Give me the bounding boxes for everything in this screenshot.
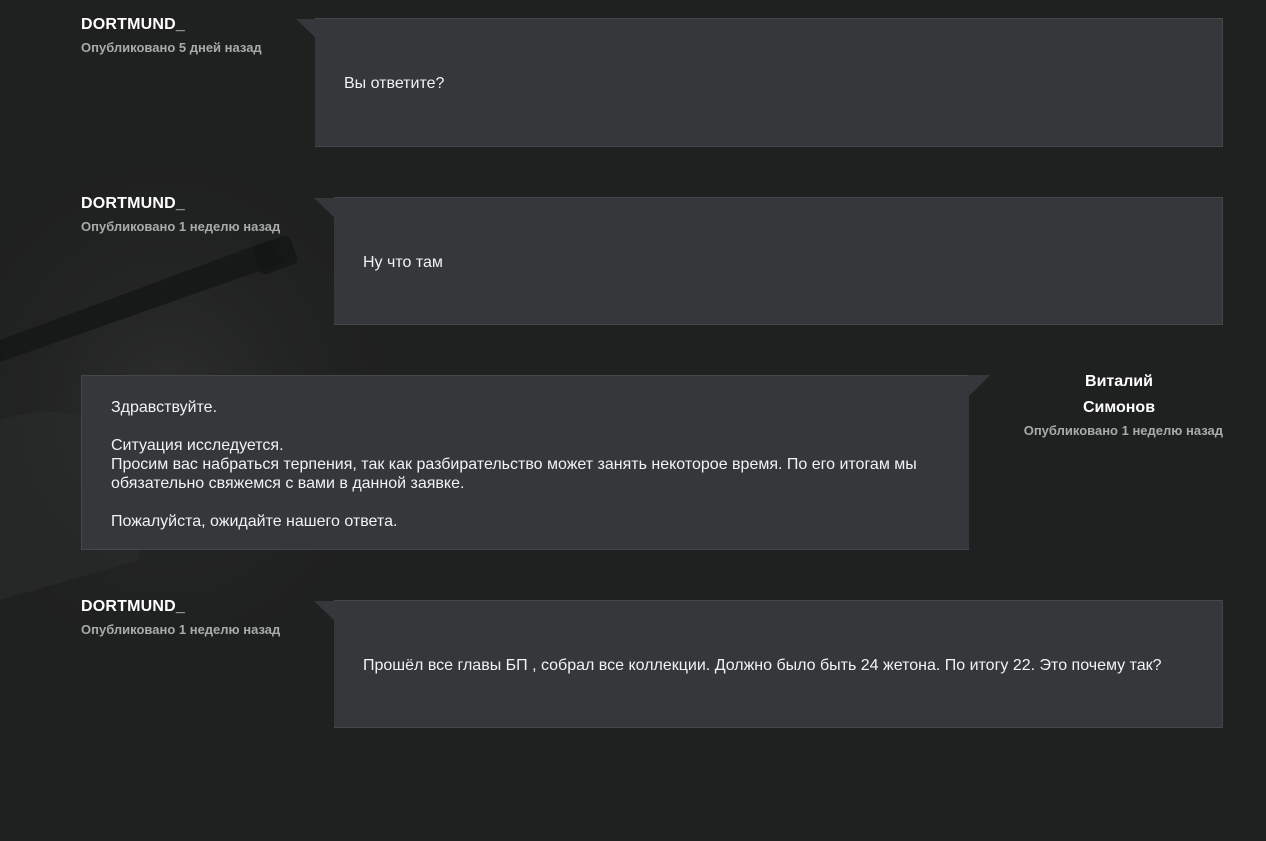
message-author: DORTMUND_ bbox=[81, 16, 186, 33]
message-author: DORTMUND_ bbox=[81, 195, 186, 212]
message-text: Ну что там bbox=[363, 254, 443, 271]
message-timestamp: Опубликовано 1 неделю назад bbox=[81, 622, 281, 637]
message-timestamp: Опубликовано 1 неделю назад bbox=[1023, 423, 1223, 438]
message-bubble: Прошёл все главы БП , собрал все коллекц… bbox=[334, 600, 1223, 728]
agent-last-name: Симонов bbox=[1082, 399, 1156, 416]
message-bubble: Ну что там bbox=[334, 197, 1223, 325]
message-author: DORTMUND_ bbox=[81, 598, 186, 615]
bubble-tail bbox=[314, 198, 336, 219]
bubble-tail bbox=[314, 601, 336, 622]
message-bubble: Здравствуйте. Ситуация исследуется. Прос… bbox=[81, 375, 969, 550]
agent-name: Виталий Симонов bbox=[1054, 369, 1184, 421]
message-timestamp: Опубликовано 5 дней назад bbox=[81, 40, 262, 55]
message-text: Прошёл все главы БП , собрал все коллекц… bbox=[363, 657, 1162, 674]
message-timestamp: Опубликовано 1 неделю назад bbox=[81, 219, 281, 234]
agent-first-name: Виталий bbox=[1085, 373, 1153, 390]
bubble-tail bbox=[968, 375, 990, 397]
message-text: Вы ответите? bbox=[344, 75, 445, 92]
message-text: Здравствуйте. Ситуация исследуется. Прос… bbox=[111, 399, 917, 530]
message-bubble: Вы ответите? bbox=[315, 18, 1223, 147]
ticket-conversation: DORTMUND_ Опубликовано 5 дней назад Вы о… bbox=[0, 0, 1266, 841]
